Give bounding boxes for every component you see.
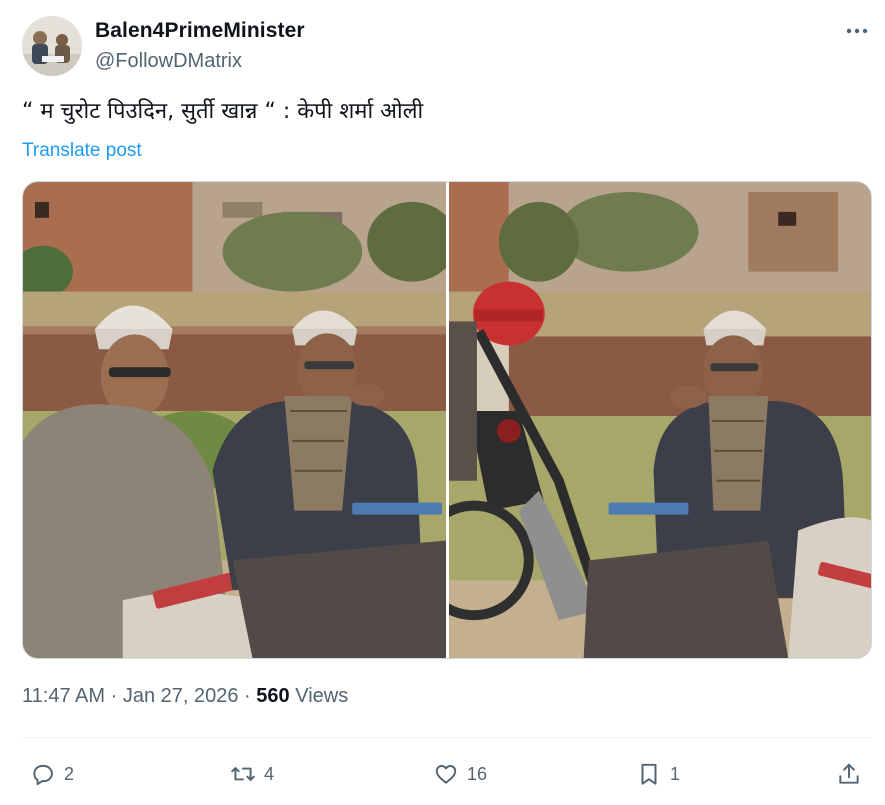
share-button[interactable] bbox=[836, 760, 862, 788]
tweet-date[interactable]: Jan 27, 2026 bbox=[123, 685, 239, 707]
author-handle[interactable]: @FollowDMatrix bbox=[95, 50, 242, 73]
reply-button[interactable]: 2 bbox=[30, 760, 74, 788]
more-horizontal-icon bbox=[846, 28, 868, 34]
meta-separator: · bbox=[110, 685, 118, 707]
repost-count: 4 bbox=[264, 763, 275, 784]
tweet-time[interactable]: 11:47 AM bbox=[22, 685, 105, 707]
repost-arrows-icon bbox=[231, 767, 255, 781]
more-options-button[interactable] bbox=[840, 20, 874, 42]
tweet-text: “ म चुरोट पिउदिन, सुर्ती खान्न “ : केपी … bbox=[22, 99, 424, 124]
like-button[interactable]: 16 bbox=[433, 760, 487, 788]
photo-two-men-seated bbox=[23, 182, 446, 658]
avatar[interactable] bbox=[22, 16, 82, 76]
tweet-meta: 11:47 AM · Jan 27, 2026 · 560 Views bbox=[22, 685, 348, 708]
like-count: 16 bbox=[467, 763, 488, 784]
reply-count: 2 bbox=[64, 763, 75, 784]
bookmark-button[interactable]: 1 bbox=[636, 760, 680, 788]
heart-icon bbox=[435, 765, 457, 784]
author-display-name[interactable]: Balen4PrimeMinister bbox=[95, 19, 305, 43]
meta-separator: · bbox=[244, 685, 251, 707]
divider bbox=[22, 737, 872, 738]
tweet-card: Balen4PrimeMinister @FollowDMatrix “ म च… bbox=[0, 0, 885, 805]
bookmark-count: 1 bbox=[670, 763, 681, 784]
views-label: Views bbox=[295, 685, 349, 707]
media-photo-right[interactable] bbox=[449, 182, 871, 658]
reply-bubble-icon bbox=[33, 764, 53, 786]
photo-man-seated-mirrored bbox=[449, 182, 871, 658]
repost-button[interactable]: 4 bbox=[230, 760, 274, 788]
media-photo-left[interactable] bbox=[23, 182, 446, 658]
avatar-photo bbox=[22, 16, 82, 76]
tweet-media bbox=[22, 181, 872, 659]
translate-post-link[interactable]: Translate post bbox=[22, 140, 142, 162]
views-count: 560 bbox=[256, 685, 290, 707]
share-upload-icon bbox=[839, 763, 859, 784]
bookmark-icon bbox=[641, 763, 657, 785]
